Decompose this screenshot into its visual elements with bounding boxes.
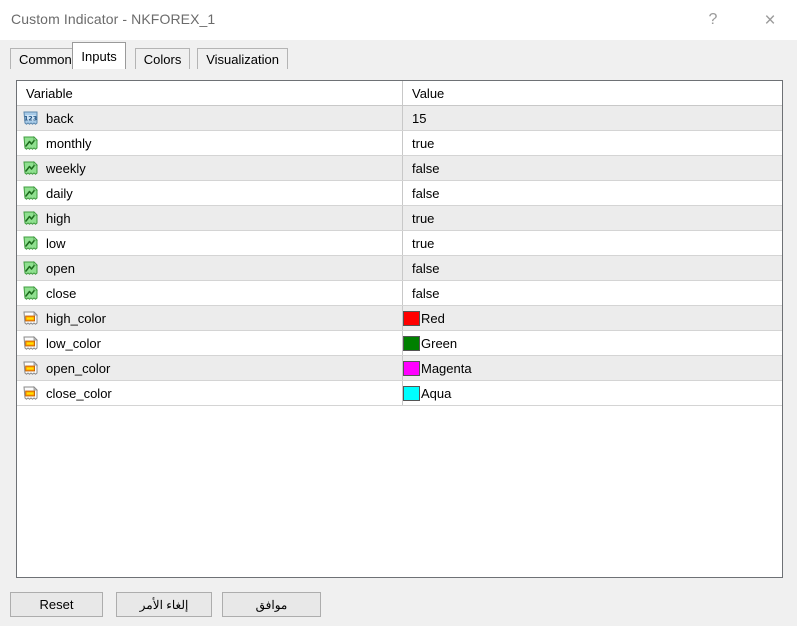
value-text: false — [412, 186, 439, 201]
table-row[interactable]: low true — [17, 231, 782, 256]
value-text: 15 — [412, 111, 426, 126]
svg-text:123: 123 — [24, 114, 37, 122]
variable-cell: high — [17, 206, 403, 230]
boolean-input-icon — [22, 160, 39, 177]
value-cell[interactable]: Magenta — [403, 356, 782, 380]
variable-name: daily — [46, 186, 73, 201]
tab-label: Visualization — [206, 52, 279, 67]
color-input-icon — [22, 310, 39, 327]
value-cell[interactable]: Aqua — [403, 381, 782, 405]
variable-name: low_color — [46, 336, 101, 351]
value-text: false — [412, 286, 439, 301]
tab-label: Colors — [144, 52, 182, 67]
color-input-icon — [22, 385, 39, 402]
table-row[interactable]: open_color Magenta — [17, 356, 782, 381]
color-swatch — [403, 311, 420, 326]
column-header-value: Value — [403, 81, 782, 105]
variable-cell: close — [17, 281, 403, 305]
boolean-input-icon — [22, 210, 39, 227]
title-bar: Custom Indicator - NKFOREX_1 ? × — [0, 0, 797, 40]
variable-name: high — [46, 211, 71, 226]
boolean-input-icon — [22, 285, 39, 302]
inputs-table: Variable Value 123 back 15 monthly true weekl… — [16, 80, 783, 578]
color-input-icon — [22, 335, 39, 352]
value-text: Green — [421, 336, 457, 351]
variable-cell: low_color — [17, 331, 403, 355]
column-header-variable: Variable — [17, 81, 403, 105]
close-button[interactable]: × — [747, 0, 793, 40]
boolean-input-icon — [22, 185, 39, 202]
variable-name: back — [46, 111, 73, 126]
tab-common[interactable]: Common — [10, 48, 81, 69]
variable-cell: weekly — [17, 156, 403, 180]
table-row[interactable]: high true — [17, 206, 782, 231]
variable-name: open_color — [46, 361, 110, 376]
table-row[interactable]: high_color Red — [17, 306, 782, 331]
boolean-input-icon — [22, 235, 39, 252]
value-cell[interactable]: false — [403, 156, 782, 180]
table-row[interactable]: open false — [17, 256, 782, 281]
window-title: Custom Indicator - NKFOREX_1 — [11, 11, 215, 27]
value-cell[interactable]: true — [403, 206, 782, 230]
variable-name: close_color — [46, 386, 112, 401]
variable-name: weekly — [46, 161, 86, 176]
value-cell[interactable]: Green — [403, 331, 782, 355]
table-row[interactable]: 123 back 15 — [17, 106, 782, 131]
value-cell[interactable]: Red — [403, 306, 782, 330]
help-button[interactable]: ? — [690, 0, 736, 40]
color-swatch — [403, 361, 420, 376]
variable-name: monthly — [46, 136, 92, 151]
table-row[interactable]: low_color Green — [17, 331, 782, 356]
value-cell[interactable]: false — [403, 281, 782, 305]
tab-inputs[interactable]: Inputs — [72, 42, 125, 69]
reset-button[interactable]: Reset — [10, 592, 103, 617]
value-text: Aqua — [421, 386, 451, 401]
tab-colors[interactable]: Colors — [135, 48, 191, 69]
value-text: true — [412, 136, 434, 151]
value-text: Magenta — [421, 361, 472, 376]
ok-button[interactable]: موافق — [222, 592, 321, 617]
value-cell[interactable]: true — [403, 131, 782, 155]
value-cell[interactable]: false — [403, 256, 782, 280]
table-header-row: Variable Value — [17, 81, 782, 106]
color-input-icon — [22, 360, 39, 377]
variable-name: open — [46, 261, 75, 276]
variable-cell: monthly — [17, 131, 403, 155]
value-text: false — [412, 161, 439, 176]
tab-label: Inputs — [81, 49, 116, 64]
variable-cell: 123 back — [17, 106, 403, 130]
variable-name: high_color — [46, 311, 106, 326]
tab-strip: Common Inputs Colors Visualization — [0, 40, 797, 69]
tab-visualization[interactable]: Visualization — [197, 48, 288, 69]
color-swatch — [403, 386, 420, 401]
value-text: false — [412, 261, 439, 276]
tab-label: Common — [19, 52, 72, 67]
value-cell[interactable]: true — [403, 231, 782, 255]
value-cell[interactable]: 15 — [403, 106, 782, 130]
table-row[interactable]: daily false — [17, 181, 782, 206]
value-text: true — [412, 211, 434, 226]
value-cell[interactable]: false — [403, 181, 782, 205]
color-swatch — [403, 336, 420, 351]
cancel-button[interactable]: إلغاء الأمر — [116, 592, 212, 617]
variable-cell: close_color — [17, 381, 403, 405]
table-row[interactable]: close false — [17, 281, 782, 306]
variable-cell: open — [17, 256, 403, 280]
table-row[interactable]: monthly true — [17, 131, 782, 156]
table-body: 123 back 15 monthly true weekly false daily fals… — [17, 106, 782, 406]
variable-name: low — [46, 236, 66, 251]
value-text: Red — [421, 311, 445, 326]
boolean-input-icon — [22, 260, 39, 277]
variable-cell: open_color — [17, 356, 403, 380]
variable-name: close — [46, 286, 76, 301]
numeric-input-icon: 123 — [22, 110, 39, 127]
variable-cell: daily — [17, 181, 403, 205]
value-text: true — [412, 236, 434, 251]
variable-cell: high_color — [17, 306, 403, 330]
table-row[interactable]: close_color Aqua — [17, 381, 782, 406]
variable-cell: low — [17, 231, 403, 255]
boolean-input-icon — [22, 135, 39, 152]
table-row[interactable]: weekly false — [17, 156, 782, 181]
